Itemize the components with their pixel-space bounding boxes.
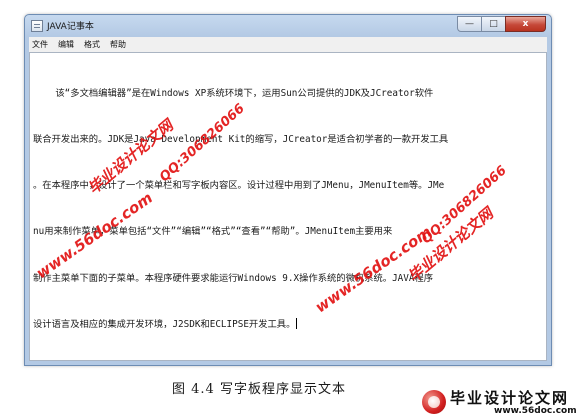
notepad-icon [31, 20, 43, 32]
editor-line: 设计语言及相应的集成开发环境，J2SDK和ECLIPSE开发工具。 [33, 317, 540, 332]
window-controls: — □ x [457, 16, 546, 32]
logo-url: www.56doc.com [494, 406, 576, 416]
minimize-button[interactable]: — [457, 16, 482, 32]
figure-caption: 图 4.4 写字板程序显示文本 [172, 382, 346, 397]
site-logo: 毕业设计论文网 www.56doc.com [420, 384, 576, 420]
logo-icon [422, 390, 446, 414]
editor-line: 联合开发出来的。JDK是Java Development Kit的缩写，JCre… [33, 134, 449, 146]
menu-file[interactable]: 文件 [32, 39, 48, 50]
menu-help[interactable]: 帮助 [110, 39, 126, 50]
close-button[interactable]: x [505, 16, 546, 32]
menu-edit[interactable]: 编辑 [58, 39, 74, 50]
logo-name: 毕业设计论文网 [450, 389, 570, 407]
maximize-button[interactable]: □ [481, 16, 506, 32]
menu-bar: 文件 编辑 格式 帮助 [29, 37, 547, 52]
editor-line-text: 设计语言及相应的集成开发环境，J2SDK和ECLIPSE开发工具。 [33, 318, 296, 330]
editor-line: 制作主菜单下面的子菜单。本程序硬件要求能运行Windows 9.X操作系统的微机… [33, 272, 434, 284]
editor-line: 该“多文档编辑器”是在Windows XP系统环境下，运用Sun公司提供的JDK… [33, 87, 434, 99]
text-caret [296, 317, 298, 329]
title-bar[interactable]: JAVA记事本 — □ x [25, 15, 551, 37]
window-title: JAVA记事本 [47, 22, 94, 32]
menu-format[interactable]: 格式 [84, 39, 100, 50]
